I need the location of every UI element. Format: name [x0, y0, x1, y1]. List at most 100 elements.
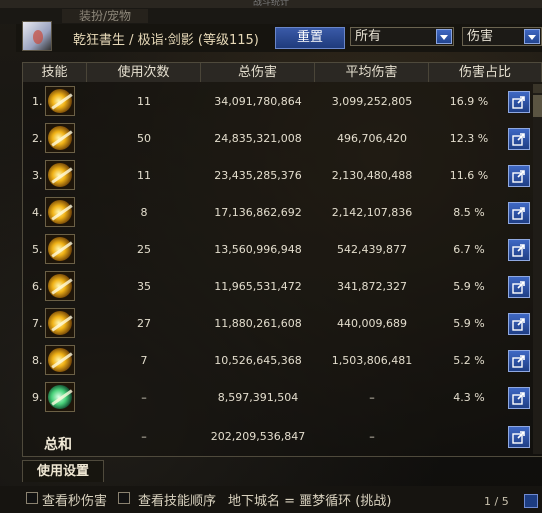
table-row: 9. – 8,597,391,504 – 4.3 % — [23, 379, 542, 417]
skill-icon — [45, 345, 75, 375]
character-name: 乾狂書生 / 极诣·剑影 (等级115) — [73, 33, 259, 48]
row-count: – — [141, 391, 147, 404]
row-total: 34,091,780,864 — [214, 95, 302, 108]
col-average: 平均伤害 — [315, 63, 429, 82]
row-average: 341,872,327 — [337, 280, 407, 293]
table-row: 8. 7 10,526,645,368 1,503,806,481 5.2 % — [23, 342, 542, 380]
share-icon — [512, 96, 525, 109]
table-scrollbar[interactable] — [533, 84, 542, 454]
share-button[interactable] — [508, 128, 530, 150]
row-index: 6. — [32, 280, 43, 293]
share-button[interactable] — [508, 387, 530, 409]
metric-filter-value: 伤害 — [467, 29, 494, 44]
row-index: 1. — [32, 95, 43, 108]
row-percent: 5.9 % — [453, 280, 485, 293]
row-index: 2. — [32, 132, 43, 145]
checkbox-dps[interactable] — [26, 492, 38, 504]
reset-button[interactable]: 重置 — [275, 27, 345, 49]
row-index: 8. — [32, 354, 43, 367]
scroll-thumb[interactable] — [533, 95, 542, 117]
row-count: 50 — [137, 132, 151, 145]
table-row: 2. 50 24,835,321,008 496,706,420 12.3 % — [23, 120, 542, 158]
share-icon — [512, 392, 525, 405]
table-row: 6. 35 11,965,531,472 341,872,327 5.9 % — [23, 268, 542, 306]
row-index: 9. — [32, 391, 43, 404]
row-index: 5. — [32, 243, 43, 256]
skill-icon — [45, 197, 75, 227]
share-button[interactable] — [508, 165, 530, 187]
row-average: 496,706,420 — [337, 132, 407, 145]
avatar-face — [33, 30, 43, 44]
row-index: 4. — [32, 206, 43, 219]
col-count: 使用次数 — [87, 63, 201, 82]
label-dps: 查看秒伤害 — [42, 494, 108, 509]
row-total: 13,560,996,948 — [214, 243, 302, 256]
share-icon — [512, 207, 525, 220]
scroll-up-arrow[interactable] — [533, 84, 542, 93]
table-row: 1. 11 34,091,780,864 3,099,252,805 16.9 % — [23, 83, 542, 121]
checkbox-skill-order[interactable] — [118, 492, 130, 504]
share-button[interactable] — [508, 202, 530, 224]
dungeon-name: 地下城名 = 噩梦循环 (挑战) — [228, 494, 392, 509]
row-average: 440,009,689 — [337, 317, 407, 330]
col-total: 总伤害 — [201, 63, 315, 82]
share-icon — [512, 355, 525, 368]
row-average: – — [369, 391, 375, 404]
skill-icon — [45, 123, 75, 153]
skill-icon — [45, 160, 75, 190]
skill-icon — [45, 382, 75, 412]
skill-icon — [45, 234, 75, 264]
row-percent: 4.3 % — [453, 391, 485, 404]
row-index: 3. — [32, 169, 43, 182]
metric-filter-select[interactable]: 伤害 — [462, 27, 542, 46]
row-average: 542,439,877 — [337, 243, 407, 256]
table-row: 5. 25 13,560,996,948 542,439,877 6.7 % — [23, 231, 542, 269]
row-total: 24,835,321,008 — [214, 132, 302, 145]
summary-count: – — [141, 430, 147, 443]
row-average: 2,130,480,488 — [331, 169, 413, 182]
share-icon — [512, 133, 525, 146]
row-count: 7 — [140, 354, 148, 367]
col-skill: 技能 — [23, 63, 87, 82]
row-average: 3,099,252,805 — [331, 95, 413, 108]
row-percent: 11.6 % — [449, 169, 489, 182]
window-title: 战斗统计 — [0, 0, 542, 8]
table-row: 4. 8 17,136,862,692 2,142,107,836 8.5 % — [23, 194, 542, 232]
summary-average: – — [369, 430, 375, 443]
row-percent: 5.2 % — [453, 354, 485, 367]
chevron-down-icon[interactable] — [524, 29, 540, 44]
summary-total: 202,209,536,847 — [210, 430, 306, 443]
chevron-down-icon[interactable] — [436, 29, 452, 44]
row-total: 11,880,261,608 — [214, 317, 302, 330]
row-percent: 8.5 % — [453, 206, 485, 219]
row-count: 27 — [137, 317, 151, 330]
row-percent: 16.9 % — [449, 95, 489, 108]
share-button[interactable] — [508, 276, 530, 298]
share-icon — [512, 244, 525, 257]
row-total: 23,435,285,376 — [214, 169, 302, 182]
row-total: 17,136,862,692 — [214, 206, 302, 219]
character-avatar — [22, 21, 52, 51]
next-page-button[interactable] — [524, 494, 538, 508]
target-filter-select[interactable]: 所有 — [350, 27, 454, 46]
skill-icon — [45, 86, 75, 116]
share-button[interactable] — [508, 91, 530, 113]
row-index: 7. — [32, 317, 43, 330]
share-button[interactable] — [508, 239, 530, 261]
row-percent: 6.7 % — [453, 243, 485, 256]
share-button[interactable] — [508, 426, 530, 448]
share-icon — [512, 281, 525, 294]
row-average: 2,142,107,836 — [331, 206, 413, 219]
share-button[interactable] — [508, 350, 530, 372]
share-icon — [512, 431, 525, 444]
col-percent: 伤害占比 — [429, 63, 542, 82]
row-count: 35 — [137, 280, 151, 293]
row-count: 25 — [137, 243, 151, 256]
share-icon — [512, 318, 525, 331]
table-row: 7. 27 11,880,261,608 440,009,689 5.9 % — [23, 305, 542, 343]
tab-usage-settings[interactable]: 使用设置 — [22, 460, 104, 482]
table-row: 3. 11 23,435,285,376 2,130,480,488 11.6 % — [23, 157, 542, 195]
share-button[interactable] — [508, 313, 530, 335]
tab-costume-pet[interactable]: 装扮/宠物 — [62, 9, 148, 23]
skill-icon — [45, 308, 75, 338]
